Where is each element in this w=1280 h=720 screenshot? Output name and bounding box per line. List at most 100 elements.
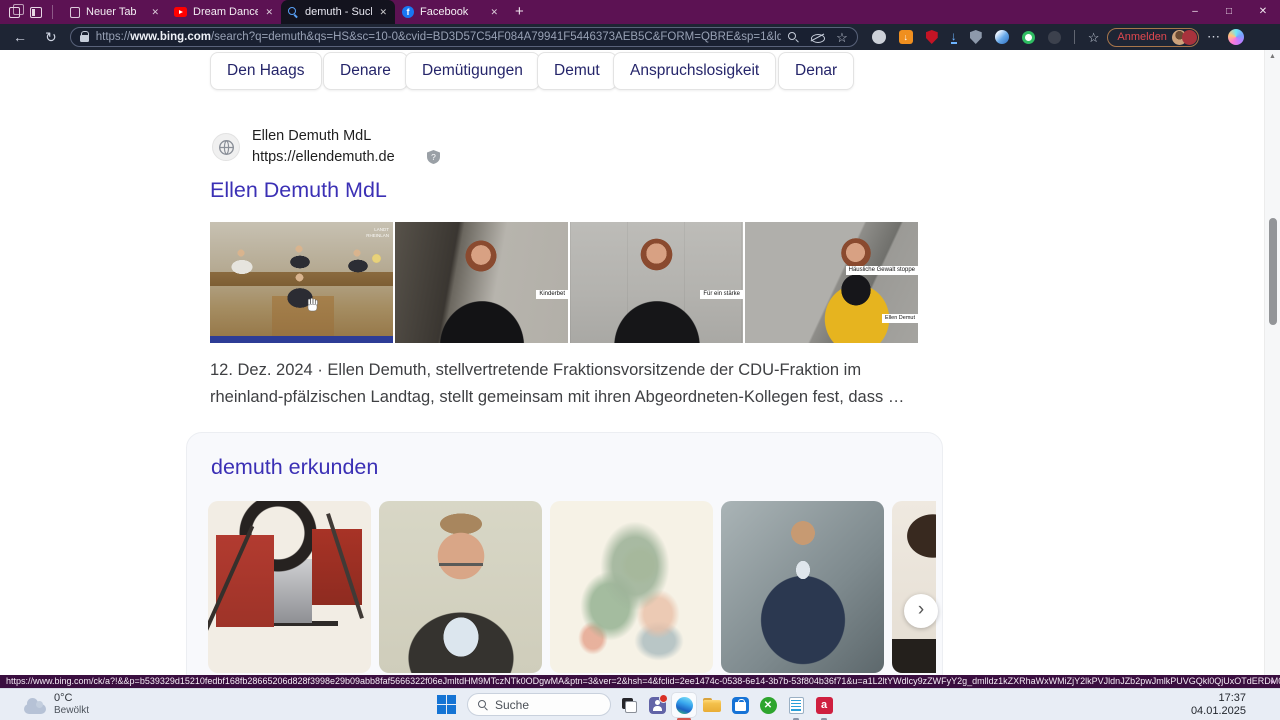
maximize-button[interactable]: □ [1212, 0, 1246, 24]
tracking-prevention-icon[interactable] [811, 33, 824, 42]
result-title-link[interactable]: Ellen Demuth MdL [210, 178, 387, 203]
explore-title-link[interactable]: demuth erkunden [211, 455, 378, 480]
windows-taskbar: 0°C Bewölkt Suche ✕ a 17:37 04.01.2025 [0, 688, 1280, 720]
toolbar-divider [1074, 30, 1075, 44]
status-expand-icon: ▸ [1271, 675, 1275, 688]
tab-demuth-suchen-active[interactable]: demuth - Suchen ✕ [281, 0, 395, 24]
globe-icon [218, 139, 235, 156]
carousel-next-button[interactable]: › [904, 594, 938, 628]
thumbnail-caption: Ellen Demut [882, 314, 918, 323]
scrollbar-thumb[interactable] [1269, 218, 1277, 325]
teams-button[interactable] [645, 693, 669, 717]
back-button[interactable]: ← [8, 24, 32, 50]
sign-in-button[interactable]: Anmelden [1107, 28, 1199, 47]
start-square [437, 695, 446, 704]
explore-thumbnail-man-suit[interactable] [721, 501, 884, 673]
url-path: /search?q=demuth&qs=HS&sc=10-0&cvid=BD3D… [211, 31, 781, 43]
downloads-icon[interactable]: ↓ [951, 30, 957, 44]
xbox-button[interactable]: ✕ [756, 693, 780, 717]
titlebar-divider [52, 5, 53, 19]
green-ring-extension-icon[interactable] [1022, 31, 1035, 44]
workspaces-icon[interactable] [9, 7, 20, 18]
copilot-icon[interactable] [1228, 29, 1244, 45]
xbox-icon: ✕ [760, 697, 777, 714]
related-search-chip[interactable]: Demut [537, 52, 617, 90]
weather-widget[interactable]: 0°C Bewölkt [24, 692, 89, 717]
notes-app-button[interactable] [784, 693, 808, 717]
clock-time: 17:37 [1191, 692, 1246, 705]
tab-close-icon[interactable]: ✕ [150, 7, 160, 18]
tab-facebook[interactable]: f Facebook ✕ [395, 0, 506, 24]
privacy-shield-icon[interactable] [970, 30, 982, 44]
result-snippet: 12. Dez. 2024 · Ellen Demuth, stellvertr… [210, 357, 926, 410]
edge-button-active[interactable] [672, 693, 696, 717]
explore-thumbnail-abstract-art[interactable] [208, 501, 371, 673]
minimize-button[interactable]: – [1178, 0, 1212, 24]
notes-line [791, 709, 801, 711]
edge-icon [676, 697, 693, 714]
scroll-up-arrow-icon[interactable]: ▲ [1265, 53, 1280, 60]
explore-thumbnail-man-glasses[interactable] [379, 501, 542, 673]
tab-close-icon[interactable]: ✕ [264, 7, 274, 18]
profile-avatar [1172, 30, 1196, 45]
explore-thumbnail-partial[interactable] [892, 501, 936, 673]
thumbnail-portrait-1[interactable]: Kinderbet [395, 222, 568, 343]
landtag-watermark-line2: RHEINLAN [366, 233, 389, 239]
explore-carousel [208, 501, 936, 673]
related-search-chip[interactable]: Denare [323, 52, 408, 90]
result-site-url[interactable]: https://ellendemuth.de [252, 149, 395, 165]
site-safety-shield-icon[interactable]: ? [427, 150, 440, 169]
favorite-star-icon[interactable]: ☆ [836, 31, 848, 44]
sign-in-label: Anmelden [1117, 31, 1167, 43]
settings-more-icon[interactable]: ⋯ [1207, 29, 1220, 45]
file-explorer-button[interactable] [700, 693, 724, 717]
extension-circle-icon[interactable] [872, 30, 886, 44]
search-placeholder: Suche [495, 698, 529, 712]
window-controls: – □ ✕ [1178, 0, 1280, 24]
anydesk-icon: a [816, 697, 833, 714]
notes-icon [789, 697, 804, 714]
weather-text: 0°C Bewölkt [54, 692, 89, 717]
result-favicon [212, 133, 240, 161]
thumbnail-portrait-3[interactable]: Häusliche Gewalt stoppe Ellen Demut [745, 222, 918, 343]
browser-toolbar: ← ↻ https://www.bing.com/search?q=demuth… [0, 24, 1280, 50]
thumbnail-landtag-video[interactable]: LANDT RHEINLAN [210, 222, 393, 343]
tab-neuer-tab[interactable]: Neuer Tab ✕ [63, 0, 167, 24]
related-search-chip[interactable]: Denar [778, 52, 854, 90]
thumbnail-portrait-2[interactable]: Für ein stärke [570, 222, 743, 343]
page-scrollbar[interactable]: ▲ [1264, 50, 1280, 675]
address-bar[interactable]: https://www.bing.com/search?q=demuth&qs=… [70, 27, 858, 47]
task-view-button[interactable] [617, 693, 641, 717]
tab-close-icon[interactable]: ✕ [489, 7, 499, 18]
taskbar-clock[interactable]: 17:37 04.01.2025 [1191, 692, 1246, 718]
related-search-chip[interactable]: Anspruchslosigkeit [613, 52, 776, 90]
taskbar-search-box[interactable]: Suche [467, 693, 611, 716]
start-button[interactable] [437, 695, 456, 714]
antivirus-shield-icon[interactable] [926, 30, 938, 44]
dark-extension-icon[interactable] [1048, 31, 1061, 44]
lock-icon[interactable] [80, 35, 89, 42]
tab-close-icon[interactable]: ✕ [378, 7, 388, 18]
refresh-button[interactable]: ↻ [40, 24, 62, 50]
store-icon [732, 697, 749, 714]
new-tab-button[interactable]: + [506, 0, 533, 24]
start-square [447, 695, 456, 704]
extension-orange-icon[interactable]: ↓ [899, 30, 913, 44]
anydesk-button[interactable]: a [812, 693, 836, 717]
globe-extension-icon[interactable] [995, 30, 1009, 44]
collections-icon[interactable]: ☆ [1088, 31, 1100, 44]
explore-thumbnail-watercolor[interactable] [550, 501, 713, 673]
url-text[interactable]: https://www.bing.com/search?q=demuth&qs=… [96, 31, 781, 43]
clock-date: 04.01.2025 [1191, 705, 1246, 718]
address-bar-actions: ☆ [788, 31, 848, 44]
tab-actions-icon[interactable] [30, 7, 42, 18]
status-link-url: https://www.bing.com/ck/a?!&&p=b539329d1… [6, 676, 1280, 686]
related-search-chip[interactable]: Den Haags [210, 52, 322, 90]
teams-icon [649, 697, 666, 714]
close-button[interactable]: ✕ [1246, 0, 1280, 24]
tab-youtube-dream-dance[interactable]: Dream Dance - Best Of 15 Years - ✕ [167, 0, 281, 24]
new-tab-page-icon [70, 7, 80, 18]
microsoft-store-button[interactable] [728, 693, 752, 717]
zoom-icon[interactable] [788, 32, 799, 43]
related-search-chip[interactable]: Demütigungen [405, 52, 540, 90]
